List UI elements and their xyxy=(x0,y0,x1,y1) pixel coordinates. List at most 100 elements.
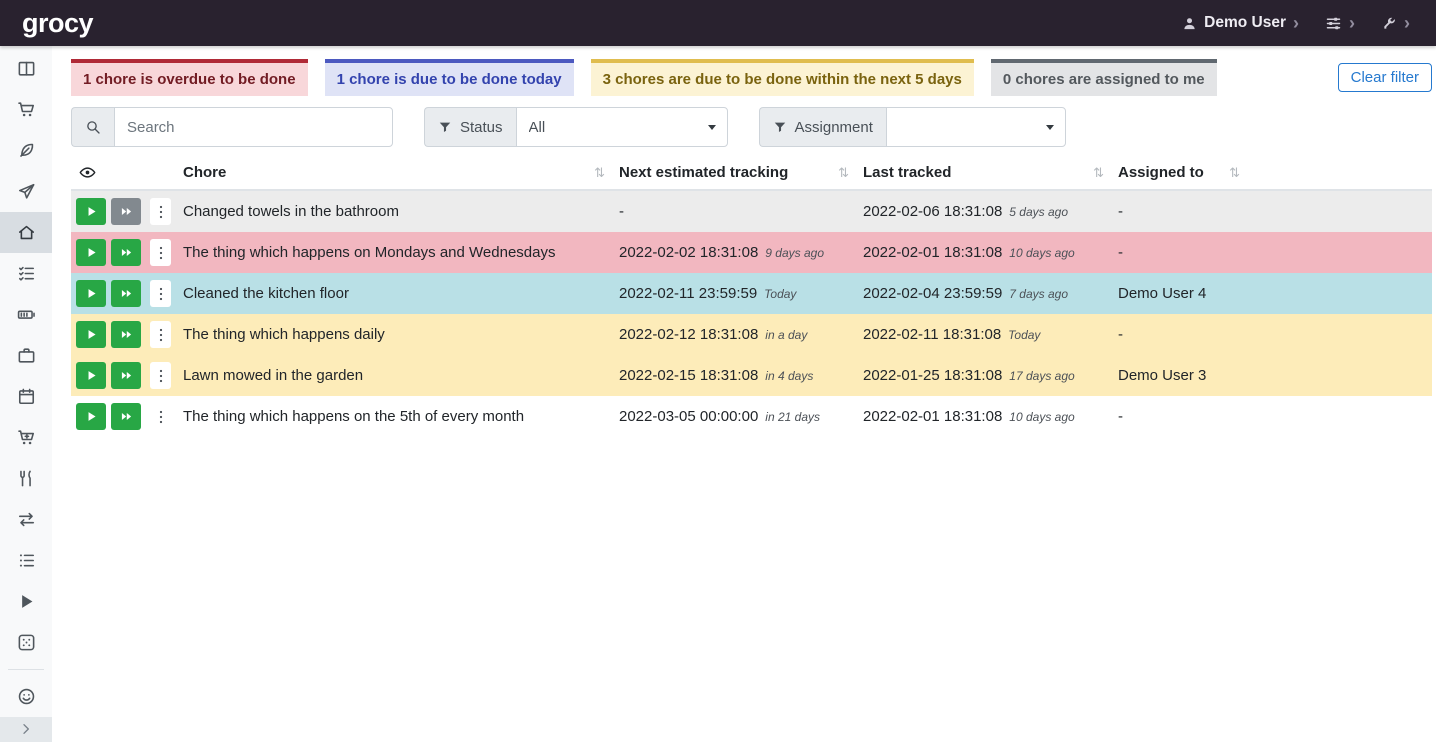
fast-forward-icon xyxy=(120,328,133,341)
chore-menu-button[interactable] xyxy=(150,239,171,266)
chore-row: Cleaned the kitchen floor2022-02-11 23:5… xyxy=(71,273,1432,314)
chore-menu-button[interactable] xyxy=(150,403,171,430)
column-header-assigned-to[interactable]: Assigned to⇅ xyxy=(1110,156,1246,190)
column-header-next-estimated-tracking[interactable]: Next estimated tracking⇅ xyxy=(611,156,855,190)
chevron-right-icon: › xyxy=(1404,14,1410,32)
column-header-last-tracked[interactable]: Last tracked⇅ xyxy=(855,156,1110,190)
sidebar-item-transfer[interactable] xyxy=(0,499,52,540)
assigned-chores-banner[interactable]: 0 chores are assigned to me xyxy=(991,59,1217,96)
track-chore-execution-button[interactable] xyxy=(76,321,106,348)
last-tracked-cell: 2022-02-11 18:31:08Today xyxy=(855,314,1110,355)
sidebar-item-batteries-overview[interactable] xyxy=(0,294,52,335)
due-soon-chores-banner[interactable]: 3 chores are due to be done within the n… xyxy=(591,59,974,96)
filter-icon xyxy=(438,120,452,134)
chore-menu-button[interactable] xyxy=(150,280,171,307)
next-tracking-cell: - xyxy=(611,190,855,232)
track-chore-execution-button[interactable] xyxy=(76,198,106,225)
sidebar-item-equipment[interactable] xyxy=(0,335,52,376)
smiley-icon xyxy=(17,687,36,706)
sidebar-item-inventory[interactable] xyxy=(0,540,52,581)
skip-chore-button xyxy=(111,198,141,225)
next-tracking-cell: 2022-02-15 18:31:08in 4 days xyxy=(611,355,855,396)
chore-menu-button[interactable] xyxy=(150,321,171,348)
wrench-icon xyxy=(1381,15,1397,31)
app-logo[interactable]: grocy xyxy=(10,7,105,40)
user-menu[interactable]: Demo User › xyxy=(1182,14,1299,32)
play-icon xyxy=(85,246,98,259)
cart-plus-icon xyxy=(17,428,36,447)
clear-filter-button[interactable]: Clear filter xyxy=(1338,63,1432,92)
fast-forward-icon xyxy=(120,369,133,382)
search-input[interactable] xyxy=(114,107,393,147)
last-tracked-cell: 2022-02-06 18:31:085 days ago xyxy=(855,190,1110,232)
track-chore-execution-button[interactable] xyxy=(76,239,106,266)
chore-menu-button[interactable] xyxy=(150,362,171,389)
last-tracked-cell: 2022-02-04 23:59:597 days ago xyxy=(855,273,1110,314)
spacer-cell xyxy=(1246,190,1432,232)
chores-table: Chore⇅ Next estimated tracking⇅ Last tra… xyxy=(71,156,1432,437)
ellipsis-vertical-icon xyxy=(153,368,169,384)
skip-chore-button[interactable] xyxy=(111,280,141,307)
main-content: Chores overview Journal 1 chore is overd… xyxy=(52,0,1436,437)
sidebar-item-chores-overview[interactable] xyxy=(0,212,52,253)
chore-name-cell: Lawn mowed in the garden xyxy=(175,355,611,396)
assigned-to-cell: - xyxy=(1110,190,1246,232)
expand-sidebar-button[interactable] xyxy=(0,717,52,742)
search-group xyxy=(71,107,393,147)
fast-forward-icon xyxy=(120,246,133,259)
spacer-cell xyxy=(1246,314,1432,355)
sidebar xyxy=(0,46,52,742)
skip-chore-button[interactable] xyxy=(111,362,141,389)
sidebar-item-purchase[interactable] xyxy=(0,417,52,458)
skip-chore-button[interactable] xyxy=(111,403,141,430)
admin-menu[interactable]: › xyxy=(1381,14,1410,32)
track-chore-execution-button[interactable] xyxy=(76,403,106,430)
sliders-icon xyxy=(1325,15,1342,32)
ellipsis-vertical-icon xyxy=(153,204,169,220)
last-tracked-cell: 2022-02-01 18:31:0810 days ago xyxy=(855,396,1110,437)
utensils-icon xyxy=(17,469,36,488)
spacer-cell xyxy=(1246,232,1432,273)
overdue-chores-banner[interactable]: 1 chore is overdue to be done xyxy=(71,59,308,96)
chevron-right-icon xyxy=(18,721,34,737)
chore-name-cell: The thing which happens daily xyxy=(175,314,611,355)
sidebar-item-recipes[interactable] xyxy=(0,130,52,171)
chevron-right-icon: › xyxy=(1349,14,1355,32)
track-chore-execution-button[interactable] xyxy=(76,362,106,389)
chore-name-cell: The thing which happens on Mondays and W… xyxy=(175,232,611,273)
last-tracked-cell: 2022-01-25 18:31:0817 days ago xyxy=(855,355,1110,396)
sort-icon: ⇅ xyxy=(1093,165,1104,181)
track-chore-execution-button[interactable] xyxy=(76,280,106,307)
sidebar-item-consume[interactable] xyxy=(0,458,52,499)
chore-menu-button[interactable] xyxy=(150,198,171,225)
assigned-to-cell: - xyxy=(1110,232,1246,273)
user-icon xyxy=(1182,16,1197,31)
spacer-cell xyxy=(1246,396,1432,437)
assigned-to-cell: Demo User 4 xyxy=(1110,273,1246,314)
sidebar-item-tasks[interactable] xyxy=(0,253,52,294)
settings-menu[interactable]: › xyxy=(1325,14,1355,32)
chore-name-cell: Cleaned the kitchen floor xyxy=(175,273,611,314)
sidebar-item-shopping-list[interactable] xyxy=(0,89,52,130)
user-menu-label: Demo User xyxy=(1204,14,1286,32)
assigned-to-cell: - xyxy=(1110,396,1246,437)
assignment-filter-select[interactable] xyxy=(886,107,1066,147)
skip-chore-button[interactable] xyxy=(111,239,141,266)
sidebar-item-battery-tracking[interactable] xyxy=(0,622,52,663)
column-header-chore[interactable]: Chore⇅ xyxy=(175,156,611,190)
sidebar-item-calendar[interactable] xyxy=(0,376,52,417)
visibility-column-header[interactable] xyxy=(71,156,175,190)
chevron-right-icon: › xyxy=(1293,14,1299,32)
sidebar-item-meal-plan[interactable] xyxy=(0,171,52,212)
sidebar-item-chore-tracking[interactable] xyxy=(0,581,52,622)
list-check-icon xyxy=(17,264,36,283)
status-filter-select[interactable]: All xyxy=(516,107,728,147)
skip-chore-button[interactable] xyxy=(111,321,141,348)
chores-table-body: Changed towels in the bathroom-2022-02-0… xyxy=(71,190,1432,437)
sidebar-item-stock-overview[interactable] xyxy=(0,48,52,89)
play-icon xyxy=(85,205,98,218)
due-today-chores-banner[interactable]: 1 chore is due to be done today xyxy=(325,59,574,96)
sidebar-item-userentities[interactable] xyxy=(0,676,52,717)
ellipsis-vertical-icon xyxy=(153,327,169,343)
search-icon xyxy=(85,119,101,135)
